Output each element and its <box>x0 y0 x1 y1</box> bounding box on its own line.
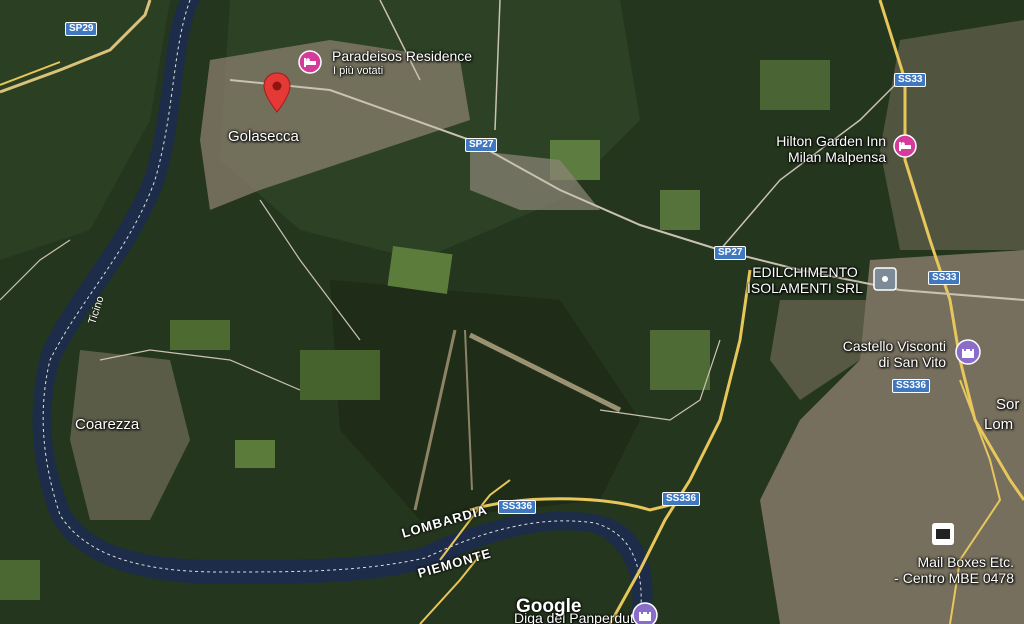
poi-label-mail-boxes-line2: - Centro MBE 0478 <box>894 570 1014 586</box>
store-icon[interactable] <box>931 522 955 546</box>
poi-label-edilchimento[interactable]: EDILCHIMENTO ISOLAMENTI SRL <box>745 264 865 296</box>
place-label-somma-partial[interactable]: Sor <box>996 396 1019 413</box>
castle-icon[interactable] <box>632 602 658 624</box>
castle-icon[interactable] <box>955 339 981 365</box>
poi-label-hilton-line2: Milan Malpensa <box>787 149 886 165</box>
bed-icon[interactable] <box>893 134 917 158</box>
poi-sublabel-paradeisos: I più votati <box>333 65 384 77</box>
road-shield-ss33: SS33 <box>894 73 927 87</box>
map-pin-icon[interactable] <box>262 72 292 114</box>
poi-label-edilchimento-line2: ISOLAMENTI SRL <box>747 280 863 296</box>
road-shield-sp29: SP29 <box>65 22 98 36</box>
bed-icon[interactable] <box>298 50 322 74</box>
poi-label-castello-line2: di San Vito <box>878 354 946 370</box>
place-label-lombardo-partial[interactable]: Lom <box>984 416 1013 433</box>
poi-label-mail-boxes[interactable]: Mail Boxes Etc. - Centro MBE 0478 <box>872 554 1014 586</box>
road-shield-sp27: SP27 <box>714 246 747 260</box>
place-label-coarezza[interactable]: Coarezza <box>75 416 139 433</box>
square-icon[interactable] <box>873 267 897 291</box>
road-shield-ss33: SS33 <box>928 271 961 285</box>
road-shield-ss336: SS336 <box>498 500 537 514</box>
poi-label-hilton-line1: Hilton Garden Inn <box>776 133 886 149</box>
poi-label-hilton[interactable]: Hilton Garden Inn Milan Malpensa <box>758 133 886 165</box>
road-shield-sp27: SP27 <box>465 138 498 152</box>
poi-label-edilchimento-line1: EDILCHIMENTO <box>752 264 858 280</box>
poi-label-mail-boxes-line1: Mail Boxes Etc. <box>917 554 1014 570</box>
place-label-golasecca[interactable]: Golasecca <box>228 128 299 145</box>
poi-label-castello[interactable]: Castello Visconti di San Vito <box>814 338 946 370</box>
road-shield-ss336: SS336 <box>662 492 701 506</box>
poi-label-paradeisos[interactable]: Paradeisos Residence <box>332 48 472 64</box>
road-shield-ss336: SS336 <box>892 379 931 393</box>
google-logo: Google <box>516 596 582 617</box>
poi-label-castello-line1: Castello Visconti <box>842 338 946 354</box>
satellite-imagery <box>0 0 1024 624</box>
map-view[interactable]: Golasecca Coarezza Sor Lom Paradeisos Re… <box>0 0 1024 624</box>
